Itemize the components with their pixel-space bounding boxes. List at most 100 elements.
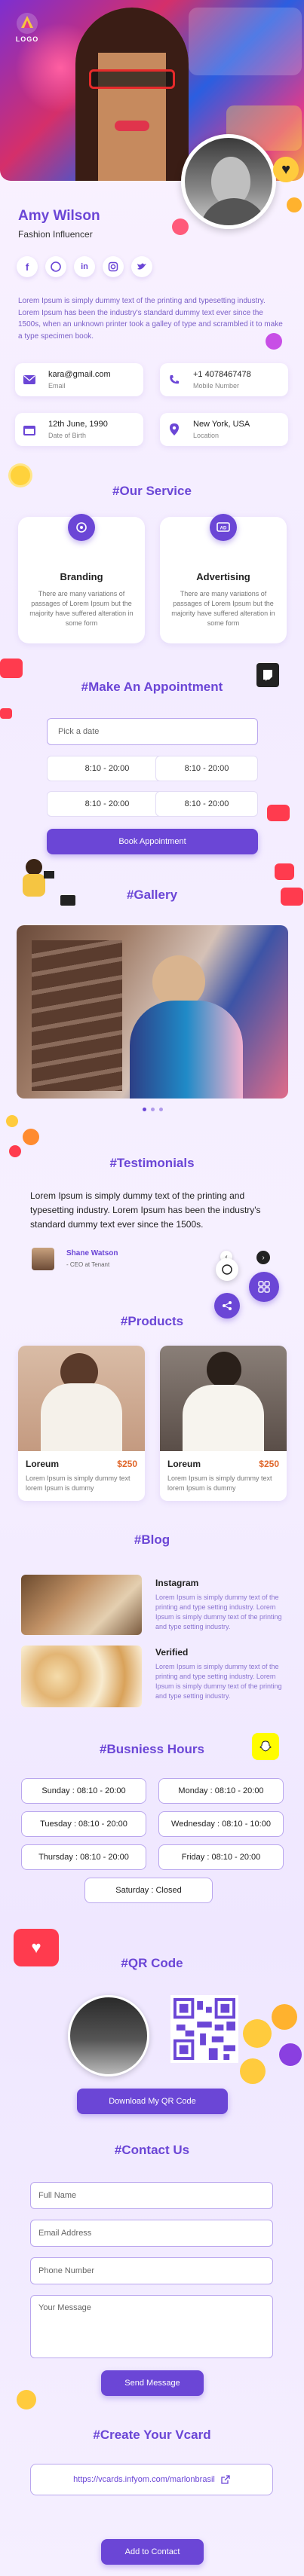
- phone-value: +1 4078467478: [193, 370, 251, 379]
- gallery-title: #Gallery: [126, 888, 178, 902]
- birthday-label: Date of Birth: [48, 432, 87, 439]
- product-desc: Lorem Ipsum is simply dummy text lorem I…: [26, 1474, 131, 1493]
- email-input[interactable]: Email Address: [30, 2220, 273, 2247]
- social-linkedin[interactable]: in: [74, 256, 95, 277]
- testimonials-title: #Testimonials: [109, 1156, 195, 1170]
- hours-item: Sunday : 08:10 - 20:00: [21, 1778, 146, 1804]
- time-slot[interactable]: 8:10 - 20:00: [47, 756, 167, 781]
- linkedin-icon: in: [81, 262, 88, 271]
- mail-icon: [23, 373, 36, 387]
- testimonial-text: Lorem Ipsum is simply dummy text of the …: [30, 1190, 261, 1230]
- cool-emoji-icon: [243, 2019, 272, 2048]
- date-picker-input[interactable]: Pick a date: [47, 718, 258, 745]
- qr-avatar: [68, 1995, 149, 2076]
- logo: LOGO: [6, 6, 48, 48]
- ok-emoji-icon: [6, 1115, 18, 1127]
- gallery-image[interactable]: [17, 925, 288, 1099]
- hours-item: Saturday : Closed: [84, 1878, 213, 1903]
- product-card[interactable]: Loreum $250 Lorem Ipsum is simply dummy …: [160, 1346, 287, 1501]
- hours-title: #Busniess Hours: [100, 1742, 204, 1756]
- product-image: [160, 1346, 287, 1451]
- blog-desc: Lorem Ipsum is simply dummy text of the …: [155, 1594, 282, 1631]
- testimonial-role: - CEO at Tenant: [66, 1261, 110, 1268]
- grid-icon: [258, 1281, 270, 1293]
- hours-item: Wednesday : 08:10 - 10:00: [158, 1811, 284, 1837]
- floating-grid-button[interactable]: [249, 1272, 279, 1302]
- logo-text: LOGO: [15, 35, 39, 43]
- vcard-url: https://vcards.infyom.com/marlonbrasil: [73, 2475, 215, 2484]
- hours-item: Tuesday : 08:10 - 20:00: [21, 1811, 146, 1837]
- service-desc: There are many variations of passages of…: [29, 590, 134, 628]
- profile-avatar: [181, 134, 276, 229]
- download-qr-button[interactable]: Download My QR Code: [77, 2089, 228, 2114]
- profile-title: Fashion Influencer: [18, 229, 93, 240]
- hours-item: Monday : 08:10 - 20:00: [158, 1778, 284, 1804]
- hero-portrait: [75, 8, 189, 181]
- gallery-dots[interactable]: [137, 1108, 167, 1114]
- send-message-button[interactable]: Send Message: [101, 2370, 204, 2396]
- twitter-icon: [137, 263, 146, 270]
- blog-desc: Lorem Ipsum is simply dummy text of the …: [155, 1663, 282, 1701]
- message-textarea[interactable]: Your Message: [30, 2295, 273, 2358]
- product-card[interactable]: Loreum $250 Lorem Ipsum is simply dummy …: [18, 1346, 145, 1501]
- external-link-icon: [221, 2475, 230, 2484]
- share-icon: [223, 1301, 232, 1310]
- phone-label: Mobile Number: [193, 382, 240, 390]
- facebook-icon: f: [25, 261, 29, 273]
- add-to-contact-button[interactable]: Add to Contact: [101, 2539, 204, 2565]
- blog-name: Verified: [155, 1647, 189, 1658]
- service-name: Branding: [60, 571, 103, 582]
- vcard-title: #Create Your Vcard: [93, 2428, 211, 2442]
- service-desc: There are many variations of passages of…: [171, 590, 275, 628]
- qr-title: #QR Code: [121, 1956, 183, 1970]
- services-title: #Our Service: [112, 484, 192, 498]
- blog-image[interactable]: [21, 1646, 142, 1707]
- social-instagram[interactable]: [103, 256, 124, 277]
- birthday-value: 12th June, 1990: [48, 420, 108, 429]
- social-facebook[interactable]: f: [17, 256, 38, 277]
- testimonial-author: Shane Watson: [66, 1249, 118, 1257]
- hours-item: Thursday : 08:10 - 20:00: [21, 1844, 146, 1870]
- full-name-input[interactable]: Full Name: [30, 2182, 273, 2209]
- service-card-advertising: AD Advertising There are many variations…: [160, 514, 287, 643]
- time-slot[interactable]: 8:10 - 20:00: [155, 791, 258, 817]
- kiss-emoji-icon: [272, 2004, 297, 2030]
- vcard-url-field[interactable]: https://vcards.infyom.com/marlonbrasil: [30, 2464, 273, 2495]
- blog-name: Instagram: [155, 1578, 199, 1588]
- contact-title: #Contact Us: [114, 2143, 190, 2157]
- email-value: kara@gmail.com: [48, 370, 111, 379]
- service-card-branding: Branding There are many variations of pa…: [18, 514, 145, 643]
- book-appointment-button[interactable]: Book Appointment: [47, 829, 258, 854]
- testimonial-next-button[interactable]: ›: [256, 1251, 270, 1264]
- floating-whatsapp-button[interactable]: [216, 1258, 238, 1281]
- phone-input[interactable]: Phone Number: [30, 2257, 273, 2284]
- location-icon: [167, 423, 181, 436]
- time-slot[interactable]: 8:10 - 20:00: [47, 791, 167, 817]
- heart-bubble-icon: [0, 659, 23, 678]
- sun-emoji-icon: [11, 466, 30, 485]
- whatsapp-icon: [51, 261, 61, 272]
- products-title: #Products: [120, 1314, 184, 1328]
- product-name: Loreum: [26, 1459, 60, 1469]
- smile-emoji-icon: [287, 197, 302, 212]
- money-emoji-icon: [17, 2390, 36, 2409]
- product-price: $250: [259, 1459, 279, 1469]
- laugh-emoji-icon: [240, 2058, 266, 2084]
- product-price: $250: [117, 1459, 137, 1469]
- testimonial-avatar: [32, 1248, 54, 1270]
- heart-bubble-icon: [0, 708, 12, 719]
- calendar-icon: [23, 423, 36, 436]
- heart-bubble-icon: [267, 805, 290, 821]
- contact-card-birthday: 12th June, 1990 Date of Birth: [15, 413, 143, 446]
- heart-bubble-icon: [275, 863, 294, 880]
- contact-card-phone[interactable]: +1 4078467478 Mobile Number: [160, 363, 288, 396]
- product-desc: Lorem Ipsum is simply dummy text lorem I…: [167, 1474, 272, 1493]
- blog-image[interactable]: [21, 1575, 142, 1635]
- service-name: Advertising: [196, 571, 250, 582]
- contact-card-email[interactable]: kara@gmail.com Email: [15, 363, 143, 396]
- social-twitter[interactable]: [131, 256, 152, 277]
- social-whatsapp[interactable]: [45, 256, 66, 277]
- advertising-icon: AD: [210, 514, 237, 541]
- time-slot[interactable]: 8:10 - 20:00: [155, 756, 258, 781]
- svg-text:AD: AD: [220, 527, 227, 531]
